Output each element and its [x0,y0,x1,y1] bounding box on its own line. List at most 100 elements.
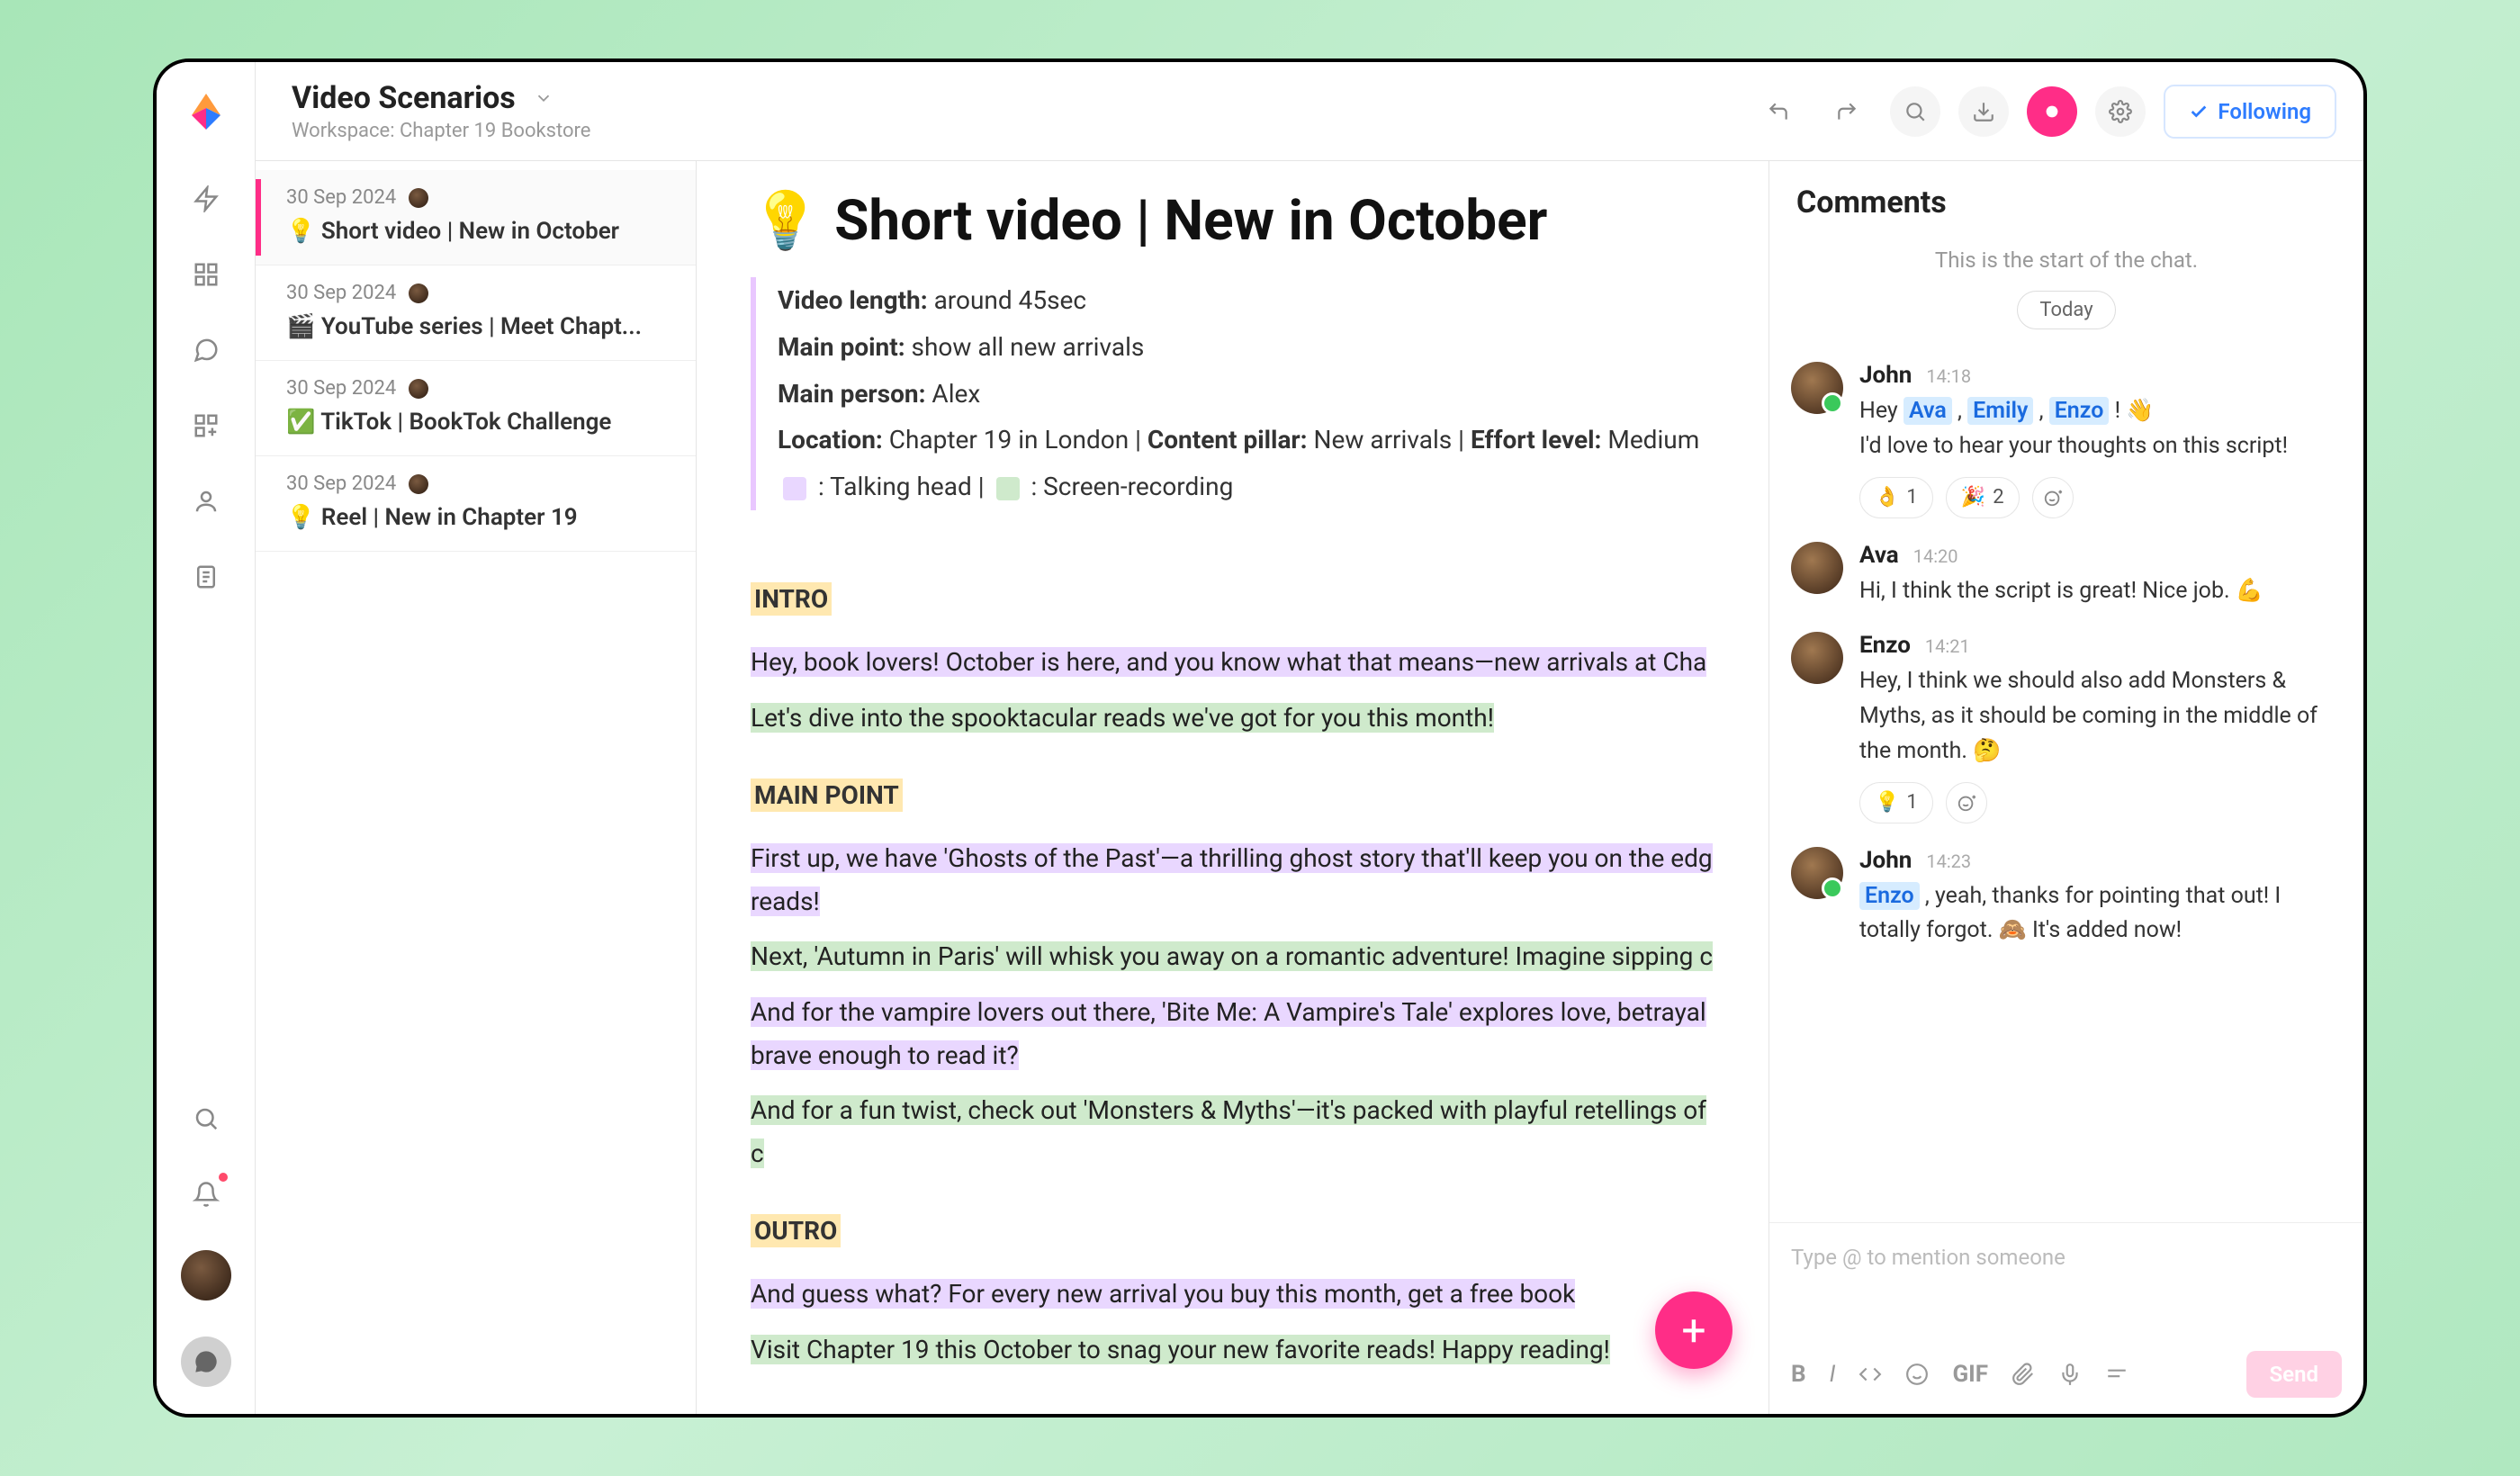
mic-icon[interactable] [2058,1363,2082,1386]
mention[interactable]: Enzo [2049,397,2110,425]
comment-avatar[interactable] [1791,847,1843,899]
reaction-pill[interactable]: 👌1 [1859,477,1933,518]
comments-title: Comments [1796,184,2336,220]
comment-time: 14:21 [1925,635,1970,657]
doc-list-title: 🎬 YouTube series | Meet Chapt... [286,313,665,340]
doc-list-title: ✅ TikTok | BookTok Challenge [286,409,665,436]
comment-body: Enzo , yeah, thanks for pointing that ou… [1859,879,2342,950]
document-list-item[interactable]: 30 Sep 2024 🎬 YouTube series | Meet Chapt… [256,266,696,361]
app-logo [184,89,229,134]
record-icon[interactable] [2027,86,2077,137]
current-user-avatar[interactable] [181,1250,231,1300]
chat-icon[interactable] [186,330,226,370]
comment-author: Ava [1859,542,1899,569]
emoji-icon[interactable] [1905,1363,1929,1386]
comment-avatar[interactable] [1791,362,1843,414]
script-line[interactable]: Visit Chapter 19 this October to snag yo… [751,1328,1724,1372]
script-sections: INTRO Hey, book lovers! October is here, … [751,555,1724,1372]
section-label: INTRO [751,582,832,616]
comment-avatar[interactable] [1791,632,1843,684]
reaction-pill[interactable]: 🎉2 [1946,477,2020,518]
comment-message: Ava 14:20 Hi, I think the script is great!… [1791,542,2342,609]
script-line[interactable]: Hey, book lovers! October is here, and y… [751,641,1724,684]
download-icon[interactable] [1958,86,2009,137]
doc-list-title: 💡 Short video | New in October [286,218,665,245]
doc-date: 30 Sep 2024 [286,472,396,495]
comment-message: John14:18Hey Ava , Emily , Enzo ! 👋I'd l… [1791,362,2342,518]
comment-body: Hi, I think the script is great! Nice jo… [1859,574,2342,609]
add-button[interactable]: + [1655,1292,1732,1369]
bolt-icon[interactable] [186,179,226,219]
editor[interactable]: 💡 Short video | New in October Video len… [697,161,1769,1414]
workspace-label: Workspace: Chapter 19 Bookstore [292,120,590,142]
comment-avatar[interactable] [1791,542,1843,594]
mention[interactable]: Enzo [1859,882,1920,910]
doc-date: 30 Sep 2024 [286,282,396,304]
comments-panel: Comments This is the start of the chat. … [1769,161,2363,1414]
mention[interactable]: Ava [1904,397,1952,425]
chat-start-text: This is the start of the chat. [1769,248,2363,273]
search-icon[interactable] [186,1099,226,1138]
day-separator: Today [2017,291,2115,329]
add-reaction-icon[interactable] [1946,782,1987,824]
document-list: 30 Sep 2024 💡 Short video | New in Octobe… [256,161,697,1414]
comment-author: John [1859,362,1912,389]
gear-icon[interactable] [2095,86,2146,137]
redo-icon[interactable] [1822,86,1872,137]
meta-block: Video length: around 45sec Main point: s… [751,277,1724,510]
document-list-item[interactable]: 30 Sep 2024💡 Short video | New in Octobe… [256,170,696,266]
document-list-item[interactable]: 30 Sep 2024 ✅ TikTok | BookTok Challenge [256,361,696,456]
nav-rail [157,62,256,1414]
document-icon[interactable] [186,557,226,597]
body: 30 Sep 2024 💡 Short video | New in Octobe… [256,161,2363,1414]
italic-icon[interactable]: I [1830,1361,1836,1388]
document-title-text: Short video | New in October [834,188,1547,254]
composer-toolbar: B I GIF Send [1791,1351,2342,1398]
comment-thread: John14:18Hey Ava , Emily , Enzo ! 👋I'd l… [1769,338,2363,1222]
gif-icon[interactable]: GIF [1952,1361,1988,1388]
bell-icon[interactable] [186,1174,226,1214]
section-label: OUTRO [751,1214,841,1247]
code-icon[interactable] [1858,1363,1882,1386]
comment-time: 14:18 [1926,365,1971,387]
author-avatar-small [409,379,428,399]
author-avatar-small [409,474,428,494]
comment-input[interactable]: Type @ to mention someone [1791,1245,2342,1344]
legend-chip-screen-recording [996,477,1020,500]
bulb-icon: 💡 [751,188,820,254]
script-line[interactable]: And for the vampire lovers out there, 'B… [751,991,1724,1076]
reaction-pill[interactable]: 💡1 [1859,782,1933,824]
document-title: 💡 Short video | New in October [751,188,1724,254]
add-reaction-icon[interactable] [2032,477,2074,518]
script-line[interactable]: And guess what? For every new arrival yo… [751,1273,1724,1316]
app-window: Video Scenarios Workspace: Chapter 19 Bo… [153,58,2367,1418]
section-label: MAIN POINT [751,778,903,812]
send-button[interactable]: Send [2246,1351,2342,1398]
script-line[interactable]: And for a fun twist, check out 'Monsters… [751,1089,1724,1174]
undo-icon[interactable] [1753,86,1804,137]
document-list-item[interactable]: 30 Sep 2024💡 Reel | New in Chapter 19 [256,456,696,552]
following-button[interactable]: Following [2164,85,2336,139]
attachment-icon[interactable] [2012,1363,2035,1386]
comment-message: John14:23Enzo , yeah, thanks for pointin… [1791,847,2342,950]
author-avatar-small [409,188,428,208]
mention[interactable]: Emily [1967,397,2033,425]
help-chat-icon[interactable] [181,1336,231,1387]
title-block: Video Scenarios Workspace: Chapter 19 Bo… [292,80,590,142]
script-line[interactable]: First up, we have 'Ghosts of the Past'—a… [751,837,1724,922]
comment-time: 14:20 [1913,545,1958,567]
bold-icon[interactable]: B [1791,1361,1806,1388]
grid-icon[interactable] [186,255,226,294]
doc-collection-title: Video Scenarios [292,80,516,116]
main-column: Video Scenarios Workspace: Chapter 19 Bo… [256,62,2363,1414]
script-line[interactable]: Let's dive into the spooktacular reads w… [751,697,1724,740]
comment-body: Hey, I think we should also add Monsters… [1859,664,2342,769]
doc-date: 30 Sep 2024 [286,377,396,400]
composer: Type @ to mention someone B I GIF Send [1769,1222,2363,1414]
apps-icon[interactable] [186,406,226,446]
script-line[interactable]: Next, 'Autumn in Paris' will whisk you a… [751,935,1724,978]
search-top-icon[interactable] [1890,86,1940,137]
users-icon[interactable] [186,482,226,521]
chevron-down-icon[interactable] [534,88,554,108]
more-icon[interactable] [2105,1363,2128,1386]
